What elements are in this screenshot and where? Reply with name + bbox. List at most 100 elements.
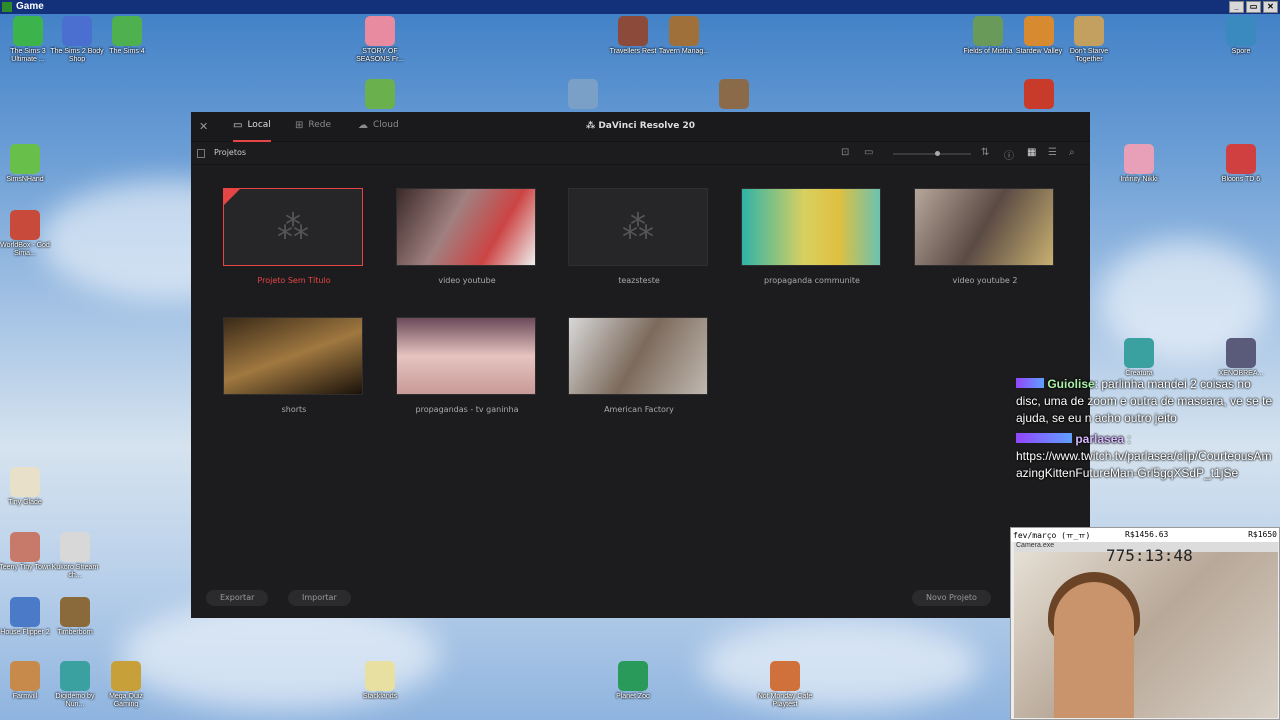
maximize-button[interactable]: ▭ [1246,1,1261,13]
sort-icon[interactable]: ⇅ [981,147,989,158]
project-thumbnail [223,317,363,395]
icon-label: Kukoro Stream ch... [51,564,99,579]
project-card[interactable]: propaganda communite [741,188,883,285]
desktop-icon-story-of-seasons[interactable]: STORY OF SEASONS Fr... [352,16,408,64]
icon-label: Don't Starve Together [1069,48,1109,63]
thumbnail-preview-icon[interactable]: ▭ [864,147,873,158]
game-shortcut-icon [10,532,40,562]
desktop-icon-stardew-valley[interactable]: Stardew Valley [1011,16,1067,56]
desktop-icon-dont-starve[interactable]: Don't Starve Together [1061,16,1117,64]
game-shortcut-icon [10,210,40,240]
sidebar-toggle-icon[interactable] [197,149,205,158]
project-thumbnail [914,188,1054,266]
desktop-icon-unlabeled[interactable] [352,79,408,111]
icon-label: Infinity Nikki [1120,176,1158,183]
desktop-icon-sims2[interactable]: The Sims 2 Body Shop [49,16,105,64]
chat-link[interactable]: https://www.twitch.tv/parlasea/clip/Cour… [1016,448,1278,482]
chat-message: parlasea : https://www.twitch.tv/parlase… [1016,431,1278,482]
goal-target: R$1650 [1248,530,1277,539]
desktop-icon-not-monday-cafe[interactable]: Not Monday Cafe Playtest [757,661,813,709]
desktop-icon-simsnhand[interactable]: SimsNHand [0,144,53,184]
resolve-placeholder-icon: ⁂ [622,208,654,246]
chat-username: Guiolise [1047,377,1095,391]
grid-view-icon[interactable]: ▦ [1027,147,1036,158]
project-card[interactable]: American Factory [568,317,710,414]
project-thumbnail: ⁂ [223,188,363,266]
chat-badges-icon [1016,433,1072,443]
icon-label: The Sims 2 Body Shop [50,48,104,63]
game-shortcut-icon [365,661,395,691]
desktop-icon-mega-quiz[interactable]: Mega Quiz Gaming [98,661,154,709]
game-shortcut-icon [10,467,40,497]
icon-label: Teeny Tiny Town [0,564,51,571]
project-card[interactable]: shorts [223,317,365,414]
icon-label: Farmvill [12,693,38,700]
icon-label: WorldBox - God Sima... [0,242,50,257]
desktop-icon-spore[interactable]: Spore [1213,16,1269,56]
game-shortcut-icon [10,597,40,627]
section-title: Projetos [214,148,247,157]
resolve-project-manager: ✕ ▭ Local ⊞ Rede ☁ Cloud ⁂ DaVinci Resol… [191,112,1090,618]
game-shortcut-icon [568,79,598,109]
projects-toolbar: Projetos ⊡ ▭ ⇅ ⓘ ▦ ☰ ⌕ [191,143,1090,165]
game-shortcut-icon [60,532,90,562]
desktop-icon-farmvill[interactable]: Farmvill [0,661,53,701]
icon-label: Not Monday Cafe Playtest [757,693,813,708]
desktop-icon-sims4[interactable]: The Sims 4 [99,16,155,56]
desktop-icon-kukoro[interactable]: Kukoro Stream ch... [47,532,103,580]
camera-window-title: Camera.exe [1016,542,1055,549]
desktop-icon-xenobreach[interactable]: XENOBREA... [1213,338,1269,378]
close-button[interactable]: ✕ [1263,1,1278,13]
game-shortcut-icon [1226,16,1256,46]
desktop-icon-digidemo[interactable]: Digidemo by Nuri... [47,661,103,709]
game-shortcut-icon [1226,144,1256,174]
desktop-icon-tiny-glade[interactable]: Tiny Glade [0,467,53,507]
minimize-button[interactable]: _ [1229,1,1244,13]
game-shortcut-icon [365,16,395,46]
desktop-icon-house-flipper[interactable]: House Flipper 2 [0,597,53,637]
desktop-icon-planet-zoo[interactable]: Planet Zoo [605,661,661,701]
icon-label: The Sims 3 Ultimate ... [10,48,46,63]
game-shortcut-icon [618,661,648,691]
thumbnail-size-slider[interactable] [893,151,971,156]
search-icon[interactable]: ⌕ [1069,147,1075,158]
desktop-icon-tavern-manager[interactable]: Tavern Manag... [656,16,712,56]
game-icon [2,2,12,12]
project-card[interactable]: ⁂ teazsteste [568,188,710,285]
desktop-icon-timberborn[interactable]: Timberborn [47,597,103,637]
slider-knob[interactable] [935,151,940,156]
info-icon[interactable]: ⓘ [1004,147,1014,162]
desktop-icon-fields-of-mistria[interactable]: Fields of Mistria [960,16,1016,56]
project-card[interactable]: propagandas - tv ganinha [396,317,538,414]
desktop-icon-sims3[interactable]: The Sims 3 Ultimate ... [0,16,56,64]
game-shortcut-icon [13,16,43,46]
desktop-icon-unlabeled[interactable] [1011,79,1067,111]
desktop-icon-creatura[interactable]: Creatura [1111,338,1167,378]
project-card[interactable]: video youtube [396,188,538,285]
desktop-icon-unlabeled[interactable] [706,79,762,111]
icon-label: Spore [1231,48,1251,55]
list-view-icon[interactable]: ☰ [1048,147,1057,158]
new-project-button[interactable]: Novo Projeto [912,590,991,606]
project-card[interactable]: ⁂ Projeto Sem Título [223,188,365,285]
game-shortcut-icon [62,16,92,46]
desktop-icon-teeny-tiny-town[interactable]: Teeny Tiny Town [0,532,53,572]
window-title: Game [16,1,44,12]
desktop-icon-bloons[interactable]: Bloons TD 6 [1213,144,1269,184]
desktop-icon-infinity-nikki[interactable]: Infinity Nikki [1111,144,1167,184]
game-shortcut-icon [112,16,142,46]
desktop-icon-travellers-rest[interactable]: Travellers Rest [605,16,661,56]
import-button[interactable]: Importar [288,590,351,606]
project-thumbnail [741,188,881,266]
desktop-icon-unlabeled[interactable] [555,79,611,111]
icon-label: Fields of Mistria [963,48,1013,55]
project-card[interactable]: video youtube 2 [914,188,1056,285]
new-folder-icon[interactable]: ⊡ [841,147,849,158]
desktop-icon-worldbox[interactable]: WorldBox - God Sima... [0,210,53,258]
desktop-icon-stacklands[interactable]: Stacklands [352,661,408,701]
game-shortcut-icon [111,661,141,691]
project-thumbnail [396,188,536,266]
resolve-placeholder-icon: ⁂ [277,208,309,246]
export-button[interactable]: Exportar [206,590,269,606]
window-titlebar: Game _ ▭ ✕ [0,0,1280,14]
